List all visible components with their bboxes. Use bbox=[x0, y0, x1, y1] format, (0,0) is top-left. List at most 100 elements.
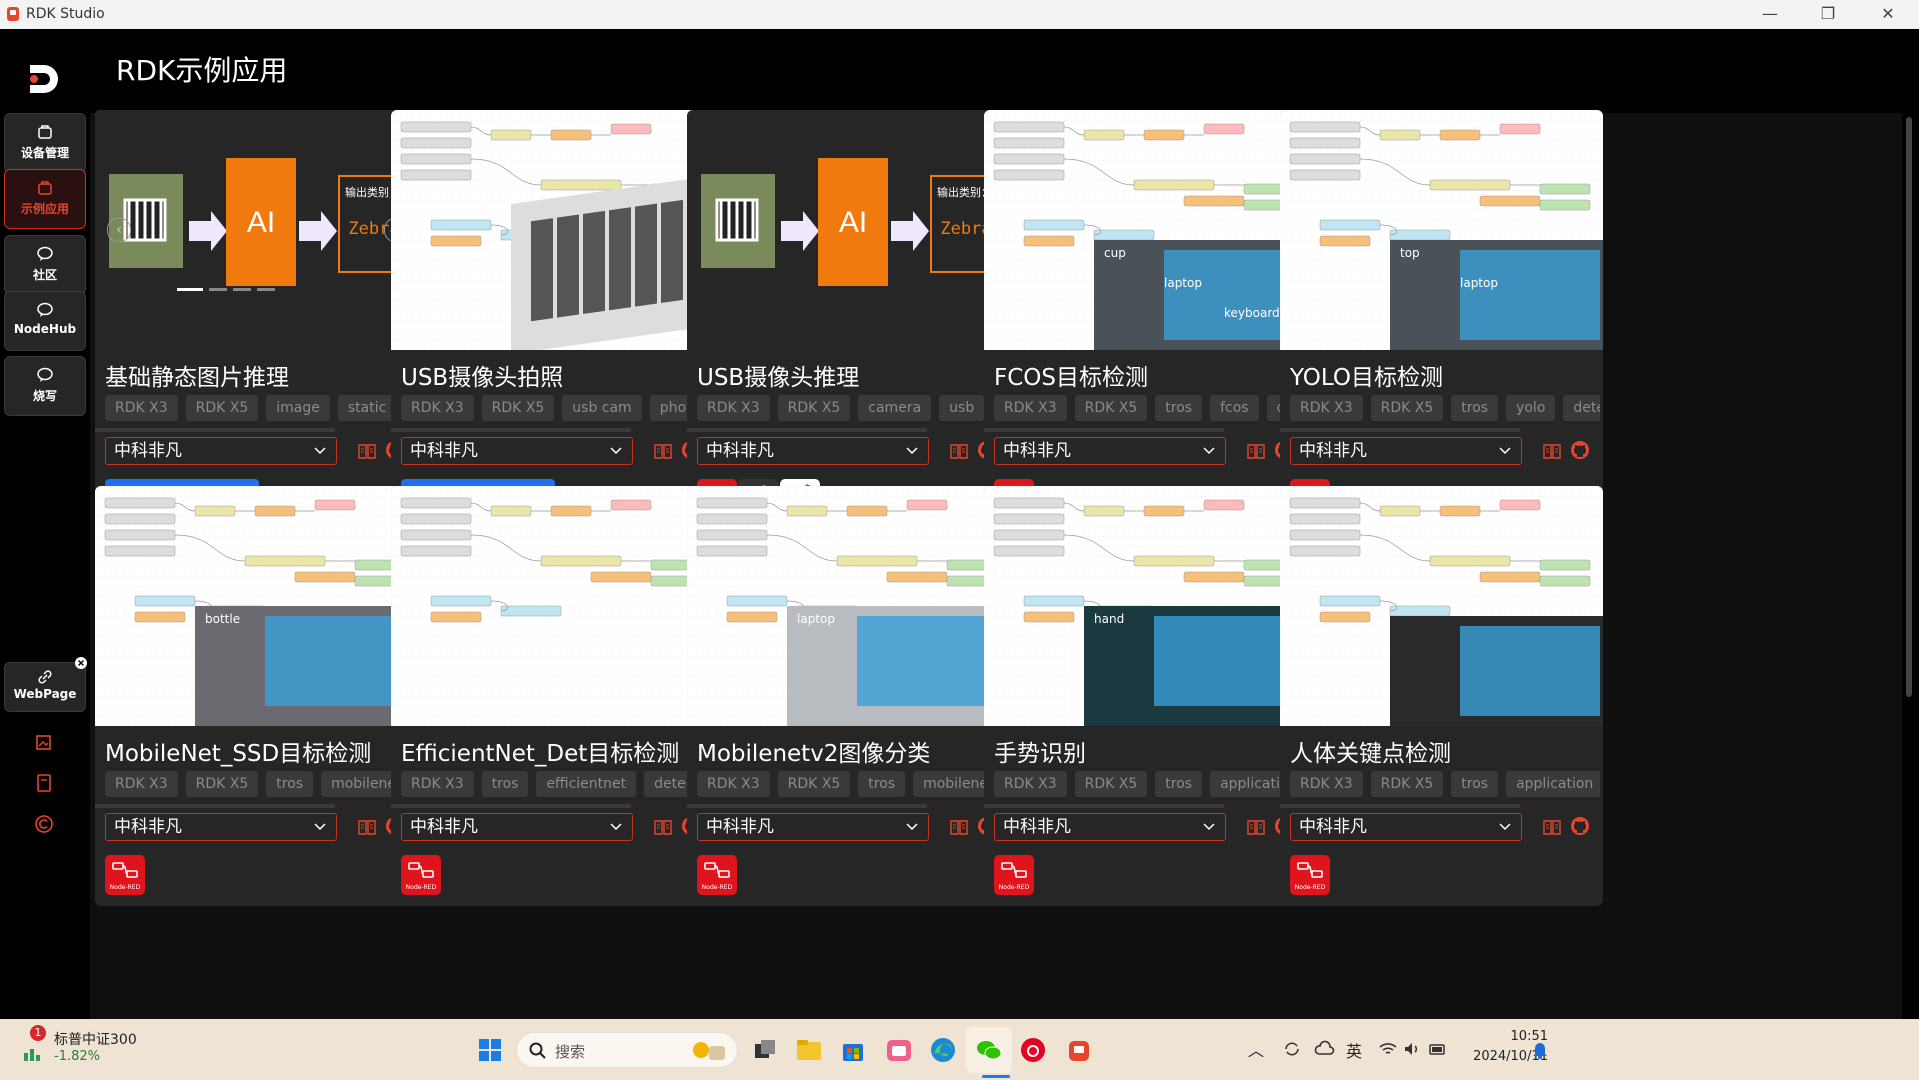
sidebar-item-device[interactable]: 设备管理 bbox=[4, 113, 86, 173]
card-title: USB摄像头拍照 bbox=[401, 365, 564, 391]
task-view-icon[interactable] bbox=[750, 1035, 780, 1065]
scrollbar[interactable] bbox=[1906, 117, 1912, 697]
tag: application bbox=[1506, 771, 1600, 797]
close-webpage-icon[interactable] bbox=[74, 656, 88, 670]
netease-music-icon[interactable] bbox=[1018, 1035, 1048, 1065]
card-thumbnail[interactable]: AI 输出类别： Zebra bbox=[687, 110, 1010, 350]
card-thumbnail[interactable] bbox=[391, 486, 714, 726]
nodered-button[interactable]: Node-RED bbox=[105, 855, 145, 895]
wechat-icon[interactable] bbox=[974, 1035, 1004, 1065]
nodered-button[interactable]: Node-RED bbox=[1290, 855, 1330, 895]
vendor-select[interactable]: 中科非凡 bbox=[105, 437, 337, 465]
vendor-select[interactable]: 中科非凡 bbox=[1290, 813, 1522, 841]
volume-icon[interactable] bbox=[1402, 1039, 1422, 1059]
nodered-label: Node-RED bbox=[110, 884, 141, 891]
docs-icon[interactable] bbox=[950, 443, 968, 459]
card-thumbnail[interactable]: top laptop bbox=[1280, 110, 1603, 350]
example-card[interactable]: EfficientNet_Det目标检测 RDK X3 tros efficientn… bbox=[391, 486, 714, 906]
ai-label: AI bbox=[839, 206, 867, 239]
card-thumbnail[interactable]: bottle bbox=[95, 486, 418, 726]
search-box[interactable]: 搜索 bbox=[516, 1032, 738, 1068]
example-card[interactable]: 人体关键点检测 RDK X3 RDK X5 tros application 中科非凡 No… bbox=[1280, 486, 1603, 906]
vendor-select[interactable]: 中科非凡 bbox=[401, 813, 633, 841]
minimize-button[interactable]: — bbox=[1760, 4, 1780, 23]
ai-label: AI bbox=[247, 206, 275, 239]
sidebar-item-flash[interactable]: 烧写 bbox=[4, 356, 86, 416]
example-card[interactable]: AI 输出类别： Zebra USB摄像头推理 RDK X3 RDK X5 camer… bbox=[687, 110, 1010, 530]
vendor-select[interactable]: 中科非凡 bbox=[994, 813, 1226, 841]
sidebar-item-nodehub[interactable]: NodeHub bbox=[4, 291, 86, 351]
example-card[interactable]: hand 手势识别 RDK X3 RDK X5 tros application 中科非凡 N… bbox=[984, 486, 1307, 906]
file-explorer-icon[interactable] bbox=[794, 1035, 824, 1065]
example-card[interactable]: top laptop YOLO目标检测 RDK X3 RDK X5 tros yolo det… bbox=[1280, 110, 1603, 530]
search-placeholder: 搜索 bbox=[555, 1043, 586, 1061]
ime-indicator[interactable]: 英 bbox=[1346, 1038, 1362, 1062]
sync-icon[interactable] bbox=[1282, 1039, 1302, 1059]
github-icon[interactable] bbox=[1570, 816, 1590, 836]
carousel-dots[interactable] bbox=[177, 276, 275, 295]
docs-icon[interactable] bbox=[358, 443, 376, 459]
vendor-select[interactable]: 中科非凡 bbox=[697, 813, 929, 841]
vendor-select[interactable]: 中科非凡 bbox=[994, 437, 1226, 465]
stock-widget-icon[interactable] bbox=[22, 1037, 46, 1063]
tag: fcos bbox=[1210, 395, 1259, 421]
wifi-icon[interactable] bbox=[1378, 1039, 1398, 1059]
windows-start-icon[interactable] bbox=[475, 1035, 505, 1065]
card-thumbnail[interactable]: cup laptop keyboard bbox=[984, 110, 1307, 350]
example-card[interactable]: AI 输出类别： Zebra ‹› 基础静态图片推理 RDK X3 RDK X5 ima… bbox=[95, 110, 418, 530]
vendor-select[interactable]: 中科非凡 bbox=[1290, 437, 1522, 465]
close-button[interactable]: ✕ bbox=[1878, 4, 1898, 23]
vendor-select[interactable]: 中科非凡 bbox=[401, 437, 633, 465]
card-thumbnail[interactable]: hand bbox=[984, 486, 1307, 726]
maximize-button[interactable]: ❐ bbox=[1818, 4, 1838, 23]
chevron-up-icon[interactable]: ︿ bbox=[1248, 1037, 1264, 1061]
nodered-button[interactable]: Node-RED bbox=[697, 855, 737, 895]
screen-in-photo bbox=[1460, 250, 1600, 340]
battery-icon[interactable] bbox=[1428, 1039, 1448, 1059]
tag: tros bbox=[1451, 395, 1499, 421]
camera-photo bbox=[1390, 616, 1603, 726]
sidebar-item-community[interactable]: 社区 bbox=[4, 235, 86, 295]
docs-icon[interactable] bbox=[654, 443, 672, 459]
card-thumbnail[interactable] bbox=[391, 110, 714, 350]
vendor-value: 中科非凡 bbox=[1003, 817, 1071, 837]
example-card[interactable]: laptop Mobilenetv2图像分类 RDK X3 RDK X5 tros mob… bbox=[687, 486, 1010, 906]
card-title: MobileNet_SSD目标检测 bbox=[105, 741, 372, 767]
bilibili-icon[interactable] bbox=[884, 1035, 914, 1065]
tag: usb bbox=[939, 395, 985, 421]
tag-list: RDK X3RDK X5trosmobilenetc bbox=[697, 771, 1007, 799]
docs-icon[interactable] bbox=[1247, 819, 1265, 835]
example-card[interactable]: bottle MobileNet_SSD目标检测 RDK X3 RDK X5 tros m… bbox=[95, 486, 418, 906]
nodehub-icon bbox=[37, 302, 53, 317]
docs-icon[interactable] bbox=[654, 819, 672, 835]
carousel-prev-icon[interactable]: ‹ bbox=[107, 218, 131, 242]
nodered-icon: Node-RED bbox=[999, 862, 1030, 891]
chevron-down-icon bbox=[906, 823, 918, 831]
notification-bell-icon[interactable] bbox=[1532, 1041, 1548, 1059]
docs-icon[interactable] bbox=[1543, 443, 1561, 459]
card-thumbnail[interactable]: AI 输出类别： Zebra ‹› bbox=[95, 110, 418, 350]
docs-icon[interactable] bbox=[950, 819, 968, 835]
copyright-icon[interactable] bbox=[33, 813, 55, 835]
book-icon[interactable] bbox=[33, 772, 55, 794]
nodered-button[interactable]: Node-RED bbox=[994, 855, 1034, 895]
docs-icon[interactable] bbox=[1247, 443, 1265, 459]
edge-browser-icon[interactable] bbox=[928, 1035, 958, 1065]
vendor-select[interactable]: 中科非凡 bbox=[105, 813, 337, 841]
vendor-select[interactable]: 中科非凡 bbox=[697, 437, 929, 465]
card-thumbnail[interactable]: laptop bbox=[687, 486, 1010, 726]
github-icon[interactable] bbox=[1570, 440, 1590, 460]
active-indicator bbox=[982, 1075, 1010, 1078]
store-icon[interactable] bbox=[838, 1035, 868, 1065]
nodered-button[interactable]: Node-RED bbox=[401, 855, 441, 895]
image-edit-icon[interactable] bbox=[33, 731, 55, 753]
sidebar-item-examples[interactable]: 示例应用 bbox=[4, 169, 86, 229]
docs-icon[interactable] bbox=[1543, 819, 1561, 835]
tag: RDK X3 bbox=[697, 771, 770, 797]
docs-icon[interactable] bbox=[358, 819, 376, 835]
example-card[interactable]: cup laptop keyboard FCOS目标检测 RDK X3 RDK X5 tro… bbox=[984, 110, 1307, 530]
rdk-studio-taskbar-icon[interactable] bbox=[1064, 1035, 1094, 1065]
example-card[interactable]: USB摄像头拍照RDK X3RDK X5usb camphoto中科非凡Inst… bbox=[391, 110, 714, 530]
card-thumbnail[interactable] bbox=[1280, 486, 1603, 726]
cloud-icon[interactable] bbox=[1314, 1039, 1336, 1059]
